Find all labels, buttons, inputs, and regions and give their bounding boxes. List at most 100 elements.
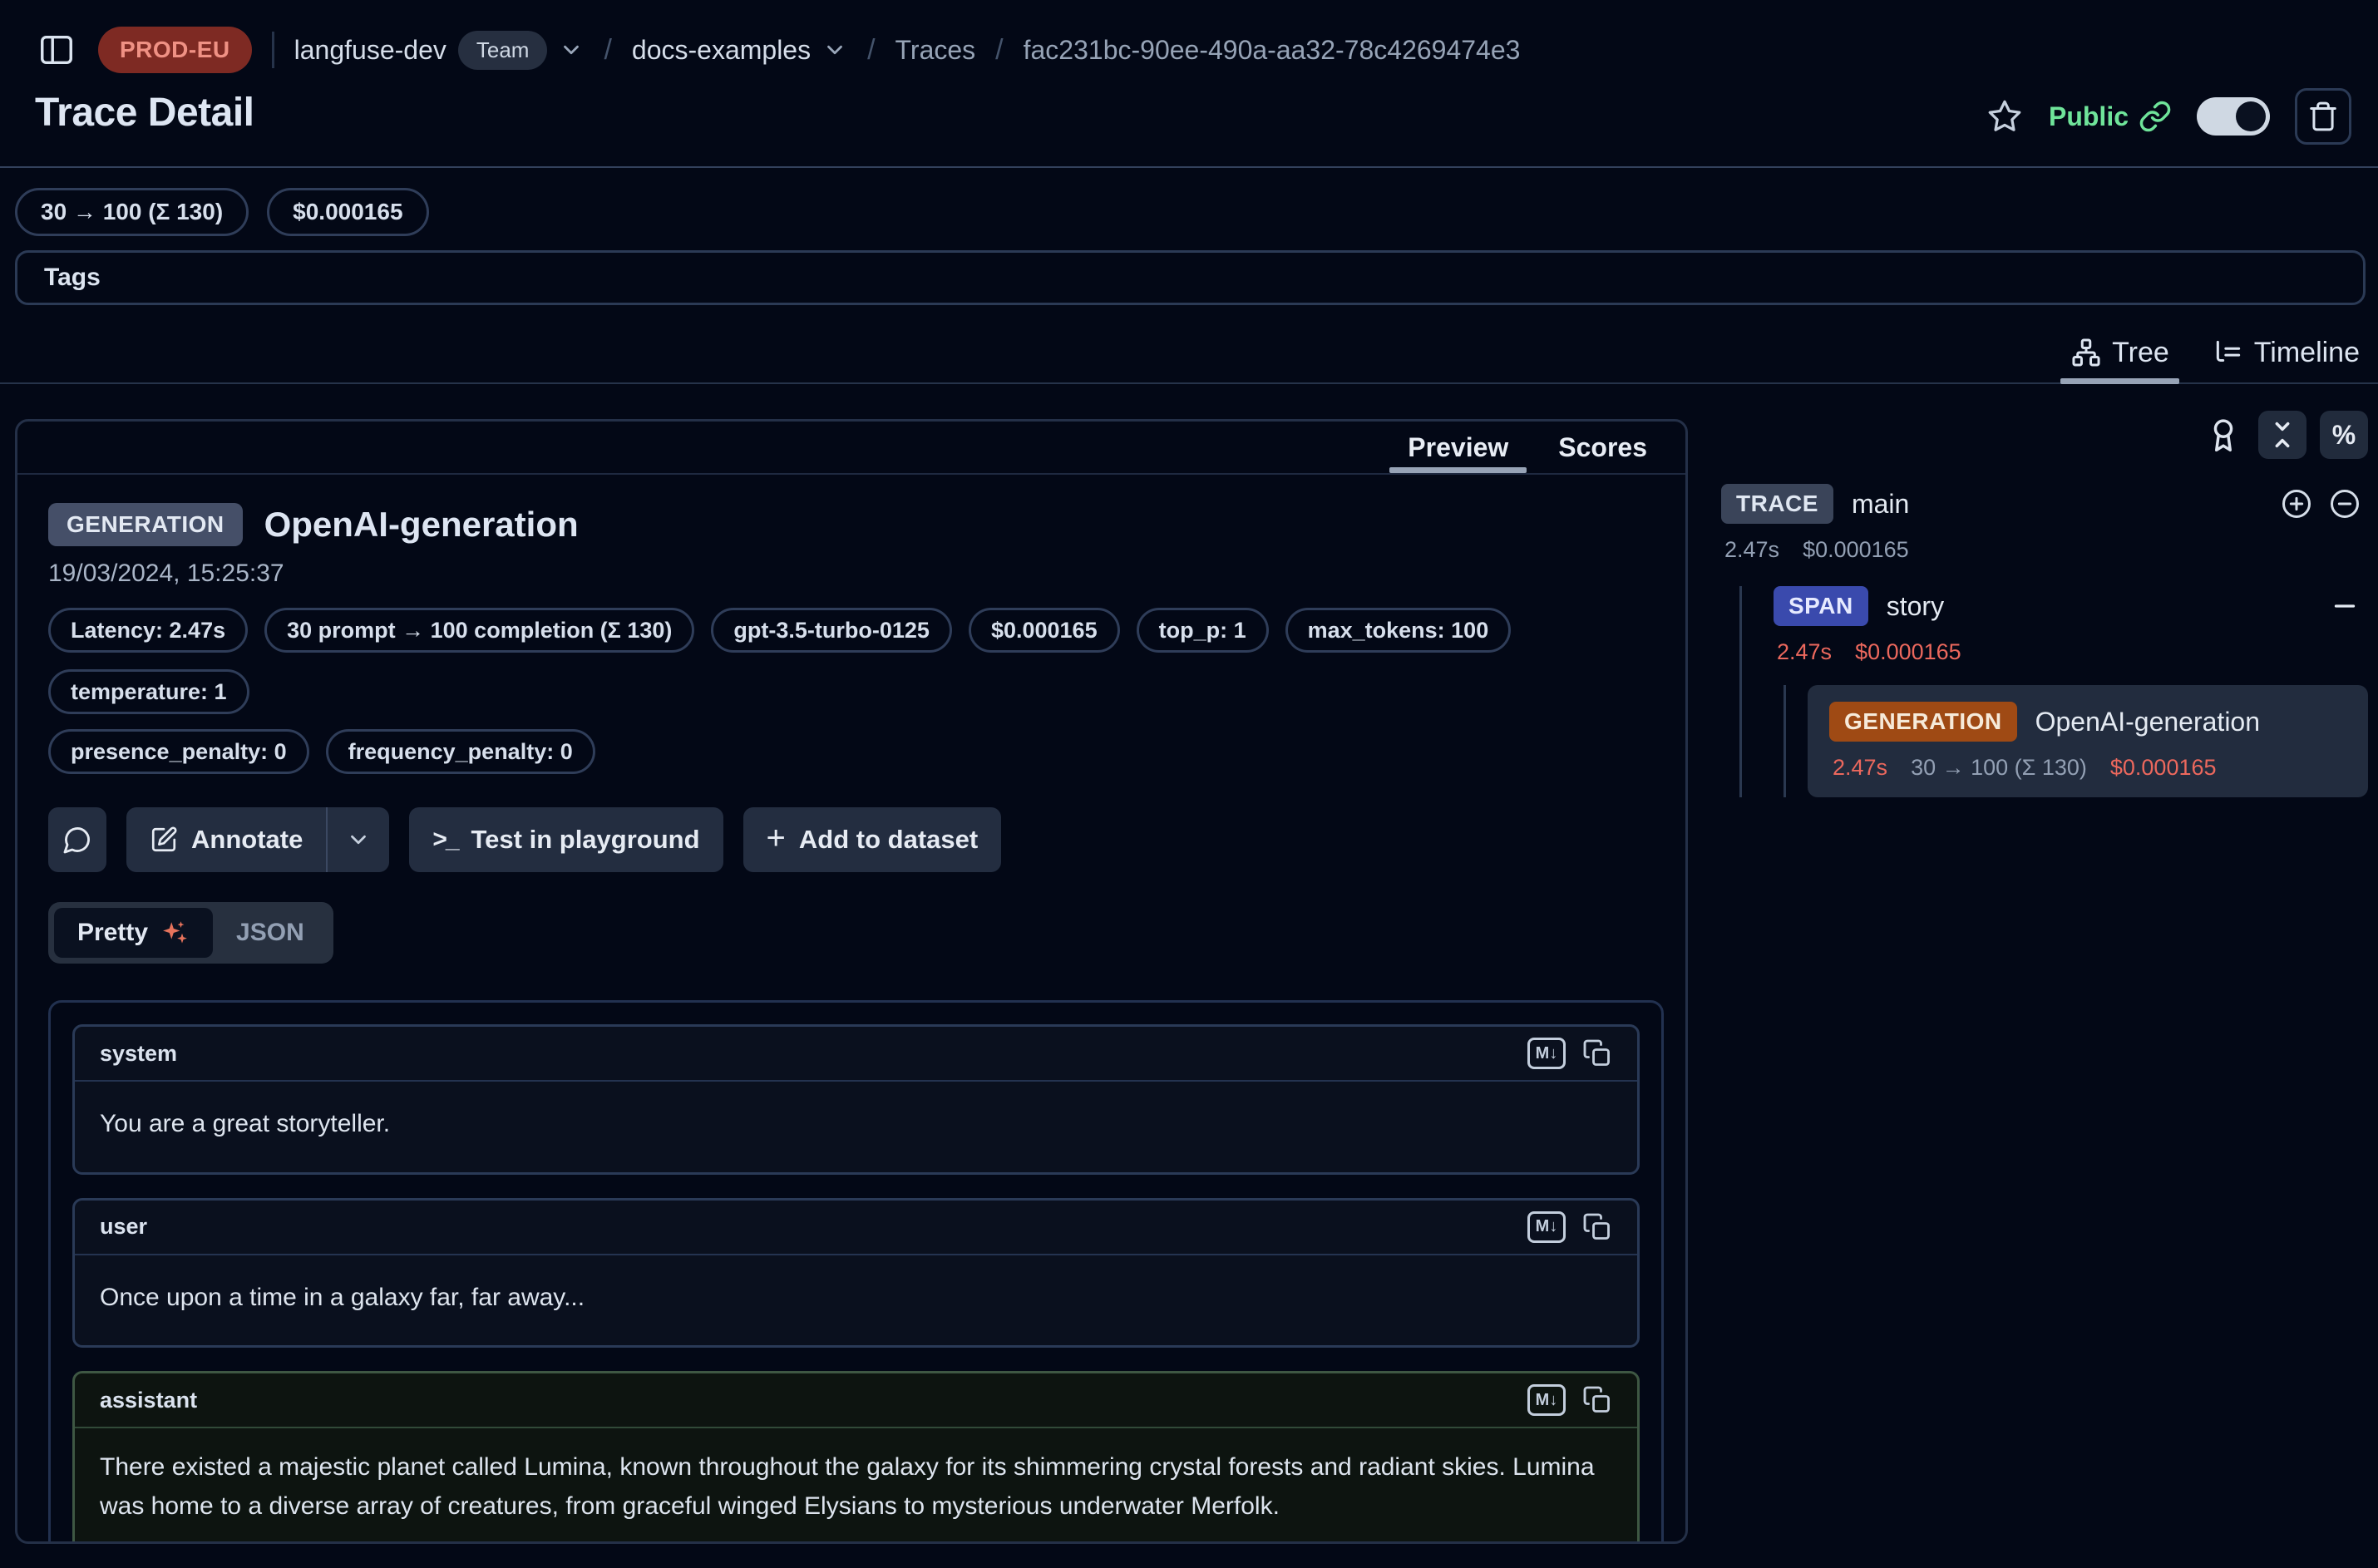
generation-latency: 2.47s — [1833, 755, 1887, 781]
link-icon — [2139, 100, 2172, 133]
cost-badge: $0.000165 — [267, 188, 428, 236]
delete-trace-button[interactable] — [2295, 88, 2351, 145]
add-to-dataset-button[interactable]: + Add to dataset — [743, 807, 1002, 872]
generation-metrics: 2.47s 30 → 100 (Σ 130) $0.000165 — [1829, 755, 2346, 781]
markdown-toggle-button[interactable]: M↓ — [1527, 1384, 1566, 1416]
tags-label: Tags — [44, 264, 101, 292]
public-link[interactable]: Public — [2049, 100, 2172, 133]
toggle-knob — [2236, 101, 2266, 131]
markdown-toggle-button[interactable]: M↓ — [1527, 1211, 1566, 1243]
message-header-icons: M↓ — [1527, 1038, 1612, 1069]
tab-scores-label: Scores — [1558, 432, 1647, 463]
copy-icon[interactable] — [1582, 1038, 1612, 1068]
environment-badge: PROD-EU — [98, 27, 252, 73]
message-role: assistant — [100, 1388, 197, 1413]
message-paragraph: There existed a majestic planet called L… — [100, 1448, 1612, 1526]
trace-name: main — [1852, 489, 1909, 520]
trace-detail-page: PROD-EU langfuse-dev Team / docs-example… — [0, 0, 2378, 1568]
max-tokens-badge: max_tokens: 100 — [1285, 608, 1512, 653]
tab-tree[interactable]: Tree — [2070, 323, 2169, 382]
collapse-node-icon[interactable] — [2330, 591, 2368, 621]
pretty-toggle-option[interactable]: Pretty — [54, 908, 213, 958]
fold-vertical-icon — [2266, 418, 2299, 451]
star-bookmark-button[interactable] — [1986, 97, 2024, 136]
tree-node-trace[interactable]: TRACE main 2.47s $0.000165 — [1721, 484, 2368, 563]
messages-container: system M↓ You are a great storyteller. — [48, 1000, 1664, 1544]
trace-latency: 2.47s — [1724, 537, 1779, 563]
project-name: docs-examples — [632, 35, 811, 66]
metrics-percent-button[interactable]: % — [2320, 411, 2368, 459]
tab-scores[interactable]: Scores — [1558, 422, 1647, 473]
collapse-all-button[interactable] — [2258, 411, 2306, 459]
cost-badge: $0.000165 — [969, 608, 1120, 653]
message-content: You are a great storyteller. — [75, 1082, 1637, 1172]
token-usage-badge: 30 → 100 (Σ 130) — [15, 188, 249, 236]
expand-all-icon[interactable] — [2280, 487, 2313, 520]
json-toggle-option[interactable]: JSON — [213, 909, 328, 957]
view-tabs: Tree Timeline — [0, 323, 2378, 384]
observation-badges-row-2: presence_penalty: 0 frequency_penalty: 0 — [48, 729, 1664, 774]
message-role: system — [100, 1041, 177, 1067]
trace-children: SPAN story 2.47s $0.000165 GENERATION Op… — [1739, 586, 2368, 797]
test-in-playground-button[interactable]: >_ Test in playground — [409, 807, 723, 872]
observation-title: OpenAI-generation — [264, 505, 579, 545]
span-cost: $0.000165 — [1855, 639, 1961, 665]
message-header: assistant M↓ — [75, 1373, 1637, 1428]
breadcrumb-slash: / — [604, 34, 611, 67]
terminal-icon: >_ — [432, 826, 457, 854]
message-user: user M↓ Once upon a time in a galaxy far… — [72, 1198, 1640, 1349]
tree-node-generation-selected[interactable]: GENERATION OpenAI-generation 2.47s 30 → … — [1808, 685, 2368, 797]
annotate-label: Annotate — [191, 825, 303, 855]
trace-node-row: TRACE main — [1721, 484, 2368, 524]
timeline-icon — [2213, 337, 2244, 368]
comments-button[interactable] — [48, 807, 106, 872]
json-label: JSON — [236, 919, 304, 947]
annotate-button[interactable]: Annotate — [126, 807, 326, 872]
comment-icon — [62, 825, 92, 855]
message-content: Once upon a time in a galaxy far, far aw… — [75, 1255, 1637, 1346]
trace-type-badge: TRACE — [1721, 484, 1833, 524]
pretty-label: Pretty — [77, 919, 148, 947]
breadcrumb-org[interactable]: langfuse-dev Team — [294, 31, 585, 70]
copy-icon[interactable] — [1582, 1385, 1612, 1415]
breadcrumb-slash: / — [867, 34, 875, 67]
trash-icon — [2307, 101, 2339, 132]
model-badge: gpt-3.5-turbo-0125 — [711, 608, 952, 653]
generation-cost: $0.000165 — [2110, 755, 2217, 781]
chevron-down-icon — [822, 37, 847, 62]
tab-preview[interactable]: Preview — [1408, 422, 1508, 473]
tags-box[interactable]: Tags — [15, 250, 2366, 305]
latency-badge: Latency: 2.47s — [48, 608, 248, 653]
sidebar-toggle-button[interactable] — [35, 28, 78, 71]
actions-row: Annotate >_ Test in playground + Add to — [48, 807, 1664, 872]
generation-type-badge: GENERATION — [1829, 702, 2017, 742]
tab-timeline[interactable]: Timeline — [2213, 323, 2360, 382]
breadcrumb: PROD-EU langfuse-dev Team / docs-example… — [35, 25, 1520, 75]
breadcrumb-project[interactable]: docs-examples — [632, 35, 847, 66]
generation-tokens: 30 → 100 (Σ 130) — [1911, 755, 2087, 781]
breadcrumb-traces-link[interactable]: Traces — [895, 35, 976, 66]
trace-tree-panel: % TRACE main 2.47s $0.000165 — [1721, 411, 2368, 797]
copy-icon[interactable] — [1582, 1212, 1612, 1242]
message-header: system M↓ — [75, 1027, 1637, 1082]
org-type-pill: Team — [458, 31, 548, 70]
card-body: GENERATION OpenAI-generation 19/03/2024,… — [17, 475, 1685, 1544]
markdown-toggle-button[interactable]: M↓ — [1527, 1038, 1566, 1069]
breadcrumb-slash: / — [995, 34, 1003, 67]
message-role: user — [100, 1214, 147, 1240]
plus-icon: + — [767, 821, 786, 855]
span-metrics: 2.47s $0.000165 — [1774, 639, 2368, 665]
active-tab-underline — [1389, 467, 1527, 473]
annotation-award-button[interactable] — [2202, 411, 2245, 459]
message-system: system M↓ You are a great storyteller. — [72, 1024, 1640, 1175]
trace-badges: 30 → 100 (Σ 130) $0.000165 — [15, 188, 429, 236]
panel-tabs: Preview Scores — [17, 422, 1685, 475]
trace-metrics: 2.47s $0.000165 — [1721, 537, 2368, 563]
public-toggle[interactable] — [2197, 97, 2270, 136]
collapse-all-icon[interactable] — [2328, 487, 2361, 520]
tree-node-span[interactable]: SPAN story 2.47s $0.000165 — [1774, 586, 2368, 665]
annotate-dropdown-button[interactable] — [328, 807, 389, 872]
tab-preview-label: Preview — [1408, 432, 1508, 463]
frequency-penalty-badge: frequency_penalty: 0 — [326, 729, 595, 774]
span-children: GENERATION OpenAI-generation 2.47s 30 → … — [1784, 685, 2368, 797]
